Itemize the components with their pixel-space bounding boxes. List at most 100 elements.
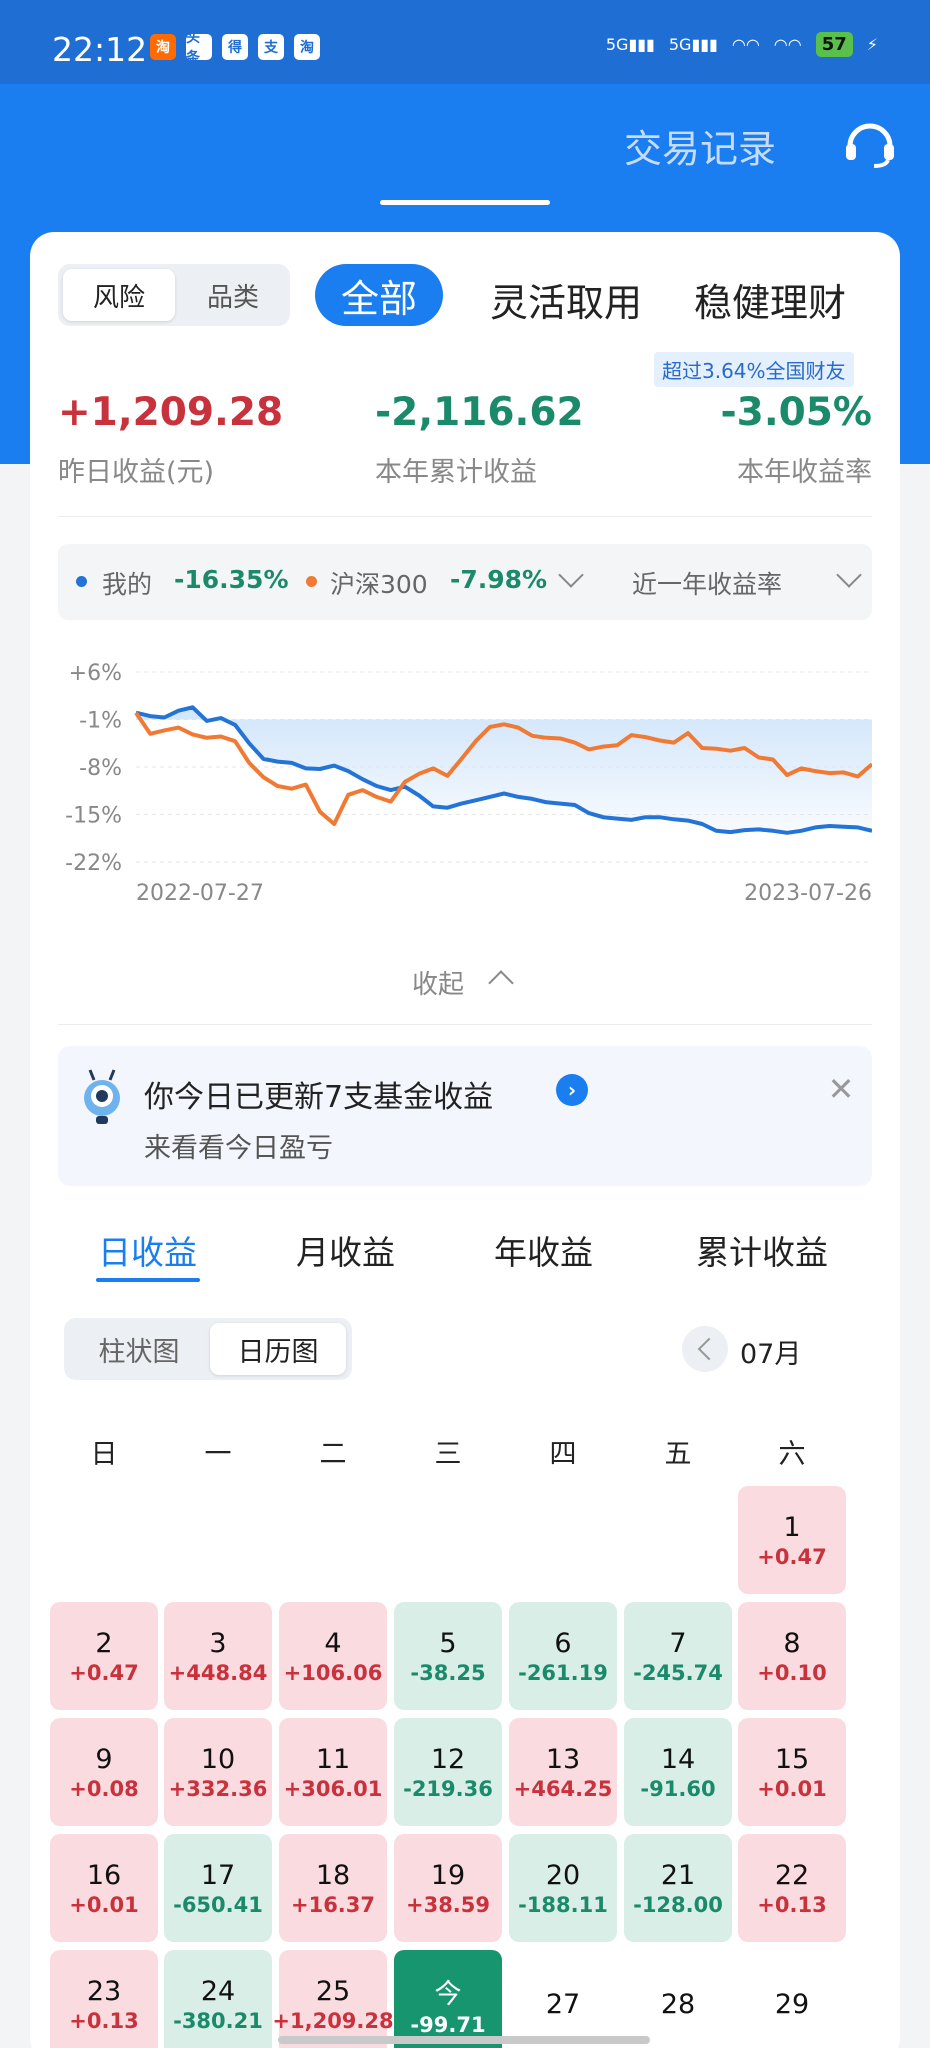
day-number: 16 [86, 1859, 122, 1891]
period-select[interactable]: 近一年收益率 [632, 565, 782, 601]
calendar-day[interactable]: 16 +0.01 [50, 1834, 158, 1942]
calendar-day[interactable]: 1 +0.47 [738, 1486, 846, 1594]
year-rate-value: -3.05% [720, 390, 873, 435]
calendar-day[interactable]: 28 [624, 1950, 732, 2048]
day-number: 10 [200, 1743, 236, 1775]
legend-mine-label: 我的 [102, 570, 153, 599]
day-number: 27 [545, 1988, 581, 2020]
calendar-day[interactable]: 11 +306.01 [279, 1718, 387, 1826]
bench-chevron-down-icon[interactable] [558, 562, 584, 588]
notice-title[interactable]: 你今日已更新7支基金收益 [144, 1072, 493, 1116]
zhi-app-icon: 支 [258, 34, 284, 60]
tab-stable[interactable]: 稳健理财 [694, 272, 890, 327]
legend-bench-label[interactable]: 沪深300 [330, 565, 428, 601]
day-number: 24 [200, 1975, 236, 2007]
calendar-day[interactable]: 4 +106.06 [279, 1602, 387, 1710]
home-indicator[interactable] [278, 2036, 650, 2044]
tab-yearly-profit[interactable]: 年收益 [494, 1226, 593, 1274]
update-notice[interactable]: 你今日已更新7支基金收益 › 来看看今日盈亏 ✕ [58, 1046, 872, 1186]
calendar-day[interactable]: 29 [738, 1950, 846, 2048]
day-number: 17 [200, 1859, 236, 1891]
chevron-up-icon[interactable] [488, 970, 514, 996]
x-tick-label: 2023-07-26 [744, 881, 872, 906]
mascot-icon [84, 1069, 120, 1124]
calendar-day[interactable]: 7 -245.74 [624, 1602, 732, 1710]
calendar-day-today[interactable]: 今 -99.71 [394, 1950, 502, 2048]
battery-icon: 57 [815, 32, 853, 57]
calendar-day[interactable]: 18 +16.37 [279, 1834, 387, 1942]
period-chevron-down-icon[interactable] [836, 562, 862, 588]
calendar-day[interactable]: 12 -219.36 [394, 1718, 502, 1826]
calendar-day[interactable]: 14 -91.60 [624, 1718, 732, 1826]
day-profit: -38.25 [410, 1660, 486, 1685]
day-number: 19 [430, 1859, 466, 1891]
wifi-icon: ◠◠ [731, 35, 760, 54]
tab-monthly-profit[interactable]: 月收益 [296, 1226, 395, 1274]
taobao-icon-2: 淘 [294, 34, 320, 60]
calendar-day[interactable]: 6 -261.19 [509, 1602, 617, 1710]
filter-risk[interactable]: 风险 [63, 269, 175, 321]
tab-flexible[interactable]: 灵活取用 [490, 272, 642, 327]
year-profit-value: -2,116.62 [375, 390, 584, 435]
day-profit: +464.25 [513, 1776, 613, 1801]
day-number: 12 [430, 1743, 466, 1775]
year-profit-label: 本年累计收益 [375, 457, 537, 488]
transaction-records-link[interactable]: 交易记录 [624, 118, 776, 173]
calendar-day[interactable]: 23 +0.13 [50, 1950, 158, 2048]
collapse-button[interactable]: 收起 [412, 964, 464, 1001]
arrow-right-icon[interactable]: › [556, 1074, 588, 1106]
calendar-day[interactable]: 19 +38.59 [394, 1834, 502, 1942]
calendar-day[interactable]: 9 +0.08 [50, 1718, 158, 1826]
calendar-day[interactable]: 3 +448.84 [164, 1602, 272, 1710]
bar-view-button[interactable]: 柱状图 [74, 1323, 204, 1375]
chart-legend: 我的 -16.35% 沪深300 -7.98% 近一年收益率 [58, 544, 872, 620]
main-card: 风险 品类 全部 灵活取用 稳健理财 超过3.64%全国财友 +1,209.28… [30, 232, 900, 2048]
customer-service-icon[interactable] [842, 118, 898, 168]
calendar-day[interactable]: 13 +464.25 [509, 1718, 617, 1826]
calendar-day[interactable]: 8 +0.10 [738, 1602, 846, 1710]
calendar-day[interactable]: 22 +0.13 [738, 1834, 846, 1942]
calendar-day[interactable]: 15 +0.01 [738, 1718, 846, 1826]
yesterday-profit-label: 昨日收益(元) [58, 457, 215, 488]
calendar-day[interactable]: 5 -38.25 [394, 1602, 502, 1710]
close-icon[interactable]: ✕ [826, 1073, 856, 1105]
prev-month-chevron-left-icon[interactable] [682, 1326, 728, 1372]
wifi-icon-2: ◠◠ [773, 35, 802, 54]
calendar-day[interactable]: 25 +1,209.28 [272, 1950, 394, 2048]
day-profit: -128.00 [633, 1892, 723, 1917]
year-rate-label: 本年收益率 [737, 457, 872, 488]
y-tick-label: +6% [69, 661, 122, 686]
day-profit: -261.19 [518, 1660, 608, 1685]
calendar-day[interactable]: 27 [509, 1950, 617, 2048]
system-icons: 5G▮▮▮ 5G▮▮▮ ◠◠ ◠◠ 57 ⚡ [606, 32, 878, 57]
tab-cumulative-profit[interactable]: 累计收益 [696, 1226, 828, 1274]
calendar-day[interactable]: 21 -128.00 [624, 1834, 732, 1942]
day-number: 28 [660, 1988, 696, 2020]
view-toggle: 柱状图 日历图 [64, 1318, 352, 1380]
day-number: 8 [783, 1627, 801, 1659]
calendar-day[interactable]: 17 -650.41 [164, 1834, 272, 1942]
status-bar: 22:12 淘 头条 得 支 淘 5G▮▮▮ 5G▮▮▮ ◠◠ ◠◠ 57 ⚡ [0, 0, 930, 84]
weekday-label: 二 [319, 1439, 347, 1470]
notice-subtitle[interactable]: 来看看今日盈亏 [144, 1126, 333, 1165]
calendar-day[interactable]: 10 +332.36 [164, 1718, 272, 1826]
day-number: 4 [324, 1627, 342, 1659]
day-number: 5 [439, 1627, 457, 1659]
weekday-label: 三 [434, 1439, 462, 1470]
day-number: 2 [95, 1627, 113, 1659]
day-profit: -99.71 [410, 2012, 486, 2037]
calendar-day[interactable]: 2 +0.47 [50, 1602, 158, 1710]
calendar-view-button[interactable]: 日历图 [210, 1323, 346, 1375]
calendar-day[interactable]: 24 -380.21 [164, 1950, 272, 2048]
day-profit: -380.21 [173, 2008, 263, 2033]
filter-category[interactable]: 品类 [180, 269, 286, 321]
day-number: 20 [545, 1859, 581, 1891]
weekday-label: 五 [664, 1439, 692, 1470]
day-profit: +38.59 [405, 1892, 491, 1917]
tab-daily-profit[interactable]: 日收益 [98, 1226, 197, 1274]
tab-all[interactable]: 全部 [315, 264, 443, 326]
weekday-label: 一 [204, 1439, 232, 1470]
calendar-day[interactable]: 20 -188.11 [509, 1834, 617, 1942]
day-number: 21 [660, 1859, 696, 1891]
day-number: 18 [315, 1859, 351, 1891]
